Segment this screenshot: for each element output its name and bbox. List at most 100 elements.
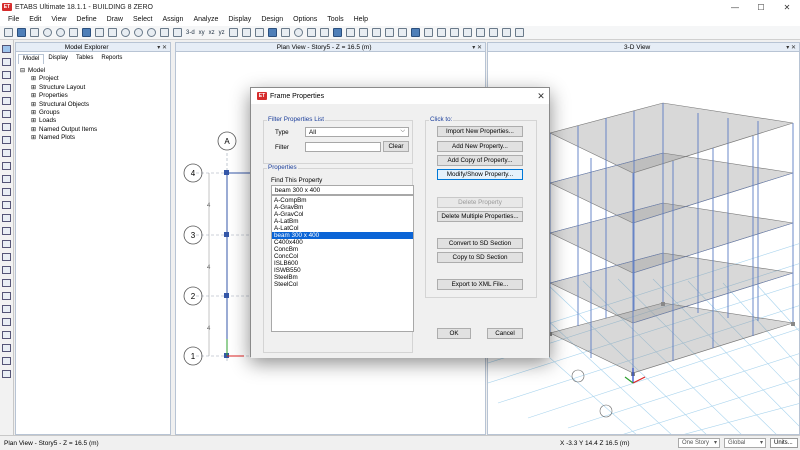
collapse-icon[interactable]: ⊟ bbox=[20, 68, 25, 74]
draw-opening-icon[interactable] bbox=[2, 188, 11, 196]
expand-icon[interactable]: ⊞ bbox=[31, 118, 36, 124]
maximize-button[interactable]: ☐ bbox=[748, 0, 774, 14]
move-up-icon[interactable] bbox=[228, 28, 238, 37]
concrete-frame-icon[interactable] bbox=[371, 28, 381, 37]
pointer-icon[interactable] bbox=[2, 45, 11, 53]
draw-frame-icon[interactable] bbox=[2, 84, 11, 92]
tree-node-structural-objects[interactable]: ⊞ Structural Objects bbox=[20, 101, 97, 109]
tree-node-structure-layout[interactable]: ⊞ Structure Layout bbox=[20, 84, 97, 92]
property-list-item[interactable]: ConcBm bbox=[272, 246, 413, 253]
snap-ends-icon[interactable] bbox=[2, 318, 11, 326]
redo-icon[interactable] bbox=[56, 28, 65, 37]
add-copy-property-button[interactable]: Add Copy of Property... bbox=[437, 155, 523, 166]
menu-view[interactable]: View bbox=[46, 14, 71, 26]
rotate-3d-icon[interactable] bbox=[173, 28, 182, 37]
expand-icon[interactable]: ⊞ bbox=[31, 127, 36, 133]
import-properties-button[interactable]: Import New Properties... bbox=[437, 126, 523, 137]
expand-icon[interactable]: ⊞ bbox=[31, 102, 36, 108]
find-property-input[interactable]: beam 300 x 400 bbox=[271, 185, 414, 195]
modify-show-property-button[interactable]: Modify/Show Property... bbox=[437, 169, 523, 180]
set-display-icon[interactable] bbox=[280, 28, 290, 37]
tree-node-loads[interactable]: ⊞ Loads bbox=[20, 117, 97, 125]
menu-design[interactable]: Design bbox=[256, 14, 288, 26]
pencil-icon[interactable] bbox=[82, 28, 91, 37]
property-list-item[interactable]: A-GravBm bbox=[272, 204, 413, 211]
dialog-close-button[interactable]: ✕ bbox=[533, 91, 549, 102]
clear-button[interactable]: Clear bbox=[383, 141, 409, 152]
property-list-item[interactable]: SteelBm bbox=[272, 274, 413, 281]
save-icon[interactable] bbox=[30, 28, 39, 37]
draw-joint-icon[interactable] bbox=[2, 71, 11, 79]
property-list-item[interactable]: ISLB600 bbox=[272, 260, 413, 267]
zoom-out-icon[interactable] bbox=[134, 28, 143, 37]
coord-system-dropdown[interactable]: Global bbox=[724, 438, 766, 448]
wall-design-icon[interactable] bbox=[397, 28, 407, 37]
menu-help[interactable]: Help bbox=[349, 14, 373, 26]
tree-node-groups[interactable]: ⊞ Groups bbox=[20, 109, 97, 117]
type-dropdown[interactable]: All ⌵ bbox=[305, 127, 409, 137]
menu-assign[interactable]: Assign bbox=[157, 14, 188, 26]
quick-draw-brace-icon[interactable] bbox=[2, 123, 11, 131]
tree-node-named-output-items[interactable]: ⊞ Named Output Items bbox=[20, 126, 97, 134]
forces-icon[interactable] bbox=[319, 28, 329, 37]
view-xz-button[interactable]: xz bbox=[209, 30, 215, 36]
snap-points-icon[interactable] bbox=[2, 305, 11, 313]
tab-model[interactable]: Model bbox=[18, 54, 45, 64]
property-list-item[interactable]: beam 300 x 400 bbox=[272, 232, 413, 239]
units-button[interactable]: Units... bbox=[770, 438, 798, 448]
select-all-icon[interactable] bbox=[2, 253, 11, 261]
zoom-window-icon[interactable] bbox=[147, 28, 156, 37]
close-window-button[interactable]: ✕ bbox=[774, 0, 800, 14]
table-icon[interactable] bbox=[332, 28, 342, 37]
property-list-item[interactable]: ISWB550 bbox=[272, 267, 413, 274]
tab-tables[interactable]: Tables bbox=[72, 54, 97, 64]
menu-draw[interactable]: Draw bbox=[102, 14, 128, 26]
menu-define[interactable]: Define bbox=[71, 14, 101, 26]
expand-icon[interactable]: ⊞ bbox=[31, 85, 36, 91]
draw-rect-floor-icon[interactable] bbox=[2, 162, 11, 170]
expand-icon[interactable]: ⊞ bbox=[31, 93, 36, 99]
tree-node-named-plots[interactable]: ⊞ Named Plots bbox=[20, 134, 97, 142]
property-list-item[interactable]: ConcCol bbox=[272, 253, 413, 260]
filter-input[interactable] bbox=[305, 142, 381, 152]
reshaper-icon[interactable] bbox=[2, 58, 11, 66]
display-options-icon[interactable] bbox=[254, 28, 264, 37]
copy-to-sd-button[interactable]: Copy to SD Section bbox=[437, 252, 523, 263]
draw-slab-icon[interactable] bbox=[475, 28, 485, 37]
tab-reports[interactable]: Reports bbox=[97, 54, 126, 64]
draw-ramp-icon[interactable] bbox=[2, 201, 11, 209]
property-list-item[interactable]: A-CompBm bbox=[272, 197, 413, 204]
new-model-icon[interactable] bbox=[4, 28, 13, 37]
export-xml-button[interactable]: Export to XML File... bbox=[437, 279, 523, 290]
expand-icon[interactable]: ⊞ bbox=[31, 135, 36, 141]
undo-icon[interactable] bbox=[43, 28, 52, 37]
property-list-item[interactable]: A-LatBm bbox=[272, 218, 413, 225]
expand-icon[interactable]: ⊞ bbox=[31, 76, 36, 82]
cancel-button[interactable]: Cancel bbox=[487, 328, 523, 339]
snap-intersection-icon[interactable] bbox=[2, 331, 11, 339]
draw-beam-icon[interactable] bbox=[436, 28, 446, 37]
panel-menu-close-icon[interactable]: ▾ ✕ bbox=[157, 44, 170, 51]
convert-to-sd-button[interactable]: Convert to SD Section bbox=[437, 238, 523, 249]
composite-beam-icon[interactable] bbox=[384, 28, 394, 37]
lock-icon[interactable] bbox=[69, 28, 78, 37]
run-analysis-icon[interactable] bbox=[95, 28, 104, 37]
reshape-icon[interactable] bbox=[514, 28, 524, 37]
property-list-item[interactable]: C400x400 bbox=[272, 239, 413, 246]
pan-icon[interactable] bbox=[108, 28, 117, 37]
plan-view-menu-close-icon[interactable]: ▾ ✕ bbox=[472, 44, 485, 51]
minimize-button[interactable]: — bbox=[722, 0, 748, 14]
view-yz-button[interactable]: yz bbox=[219, 30, 225, 36]
ok-button[interactable]: OK bbox=[437, 328, 471, 339]
draw-link-icon[interactable] bbox=[2, 136, 11, 144]
add-new-property-button[interactable]: Add New Property... bbox=[437, 141, 523, 152]
tab-display[interactable]: Display bbox=[44, 54, 72, 64]
menu-file[interactable]: File bbox=[3, 14, 24, 26]
draw-column-icon[interactable] bbox=[449, 28, 459, 37]
draw-section-cut-icon[interactable] bbox=[2, 240, 11, 248]
property-list[interactable]: A-CompBm A-GravBm A-GravCol A-LatBm A-LatCol… bbox=[271, 195, 414, 332]
snap-fine-grid-icon[interactable] bbox=[2, 370, 11, 378]
delete-property-button[interactable]: Delete Property bbox=[437, 197, 523, 208]
snap-icon[interactable] bbox=[423, 28, 433, 37]
view-3d-button[interactable]: 3-d bbox=[186, 30, 195, 36]
